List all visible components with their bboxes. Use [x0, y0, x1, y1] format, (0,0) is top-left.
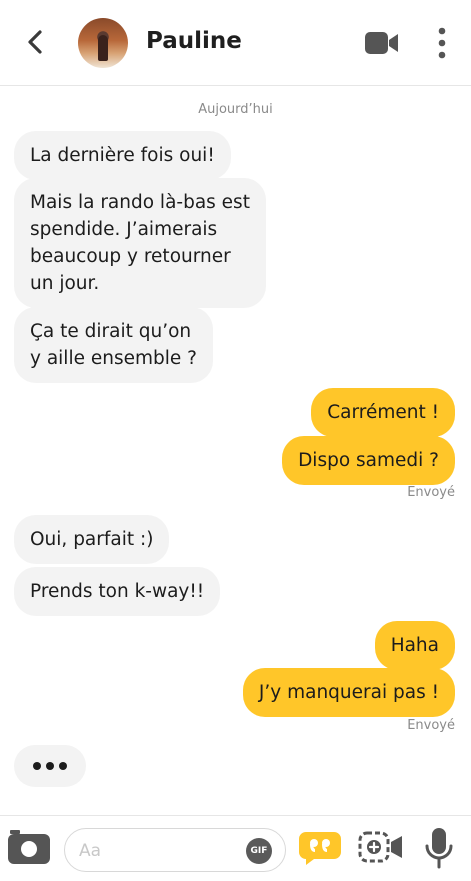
video-camera-icon: [365, 32, 398, 54]
more-options-button[interactable]: [428, 26, 456, 60]
camera-icon: [8, 830, 50, 864]
message-input[interactable]: [79, 839, 229, 863]
message-input-wrapper[interactable]: GIF: [64, 828, 286, 872]
chat-screen: Pauline Aujourd’hui La dernière fois oui…: [0, 0, 471, 881]
message-status: Envoyé: [407, 485, 455, 500]
vertical-dots-icon: [438, 27, 446, 59]
back-button[interactable]: [20, 26, 52, 58]
message-composer: GIF: [0, 815, 471, 881]
quote-bubble-icon: [299, 832, 341, 865]
contact-name[interactable]: Pauline: [146, 28, 242, 54]
avatar[interactable]: [78, 18, 128, 68]
photo-video-button[interactable]: [358, 830, 404, 866]
quote-button[interactable]: [298, 830, 342, 866]
chevron-left-icon: [28, 30, 42, 54]
message-incoming[interactable]: La dernière fois oui!: [14, 131, 231, 180]
typing-dot: [46, 762, 54, 770]
photo-video-icon: [358, 831, 402, 863]
microphone-button[interactable]: [424, 826, 454, 870]
message-incoming[interactable]: Oui, parfait :): [14, 515, 170, 564]
gif-button[interactable]: GIF: [246, 838, 272, 864]
message-incoming[interactable]: Mais la rando là-bas est spendide. J’aim…: [14, 178, 266, 308]
typing-dot: [59, 762, 67, 770]
date-separator: Aujourd’hui: [198, 102, 273, 117]
message-outgoing[interactable]: Dispo samedi ?: [282, 436, 455, 485]
video-call-button[interactable]: [364, 29, 400, 57]
message-outgoing[interactable]: J’y manquerai pas !: [242, 668, 455, 717]
message-outgoing[interactable]: Carrément !: [311, 388, 455, 437]
message-incoming[interactable]: Ça te dirait qu’on y aille ensemble ?: [14, 307, 213, 383]
camera-button[interactable]: [8, 828, 50, 866]
microphone-icon: [425, 828, 453, 869]
typing-indicator: [14, 745, 86, 787]
typing-dot: [33, 762, 41, 770]
message-incoming[interactable]: Prends ton k-way!!: [14, 567, 221, 616]
message-status: Envoyé: [407, 718, 455, 733]
chat-header: Pauline: [0, 0, 471, 86]
message-outgoing[interactable]: Haha: [374, 621, 455, 670]
